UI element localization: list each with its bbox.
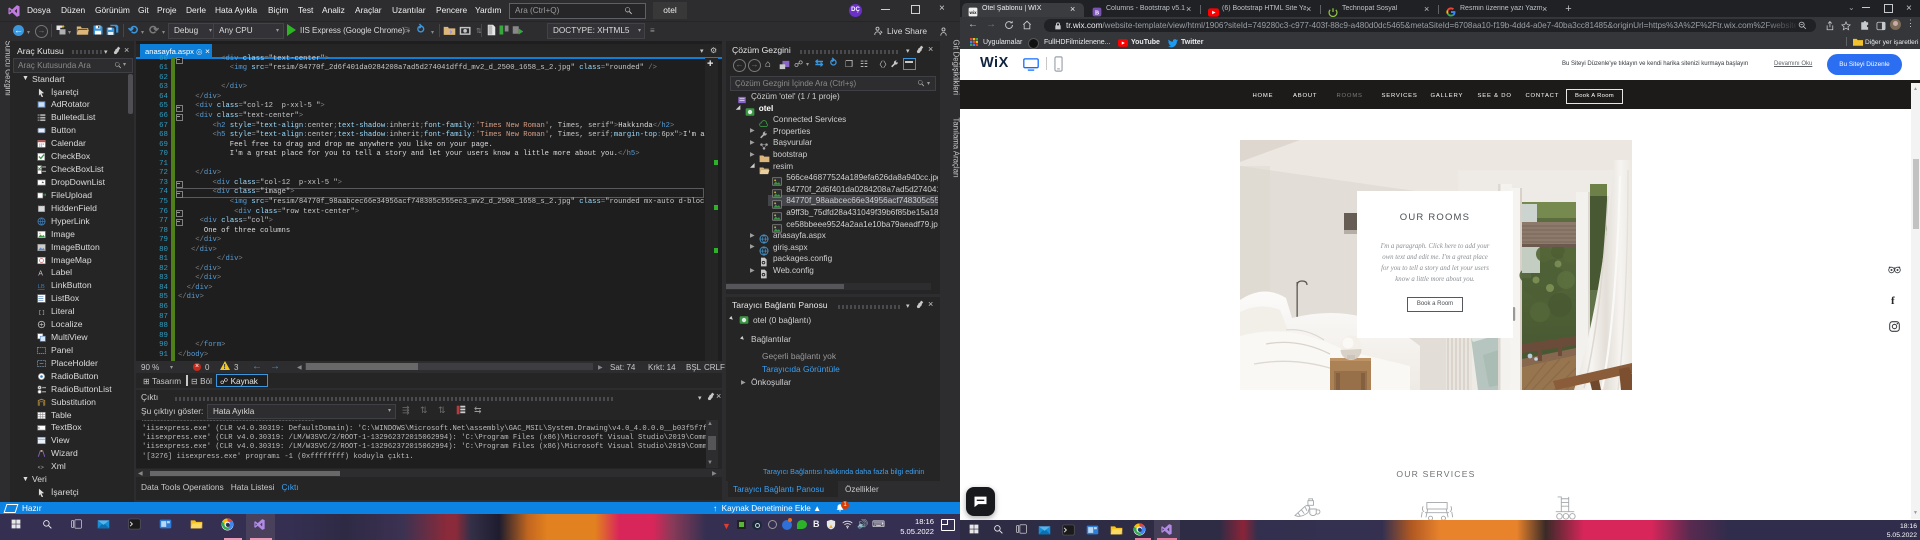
svg-text:A: A	[38, 271, 43, 277]
svg-text:<>: <>	[38, 465, 44, 471]
svg-text:B: B	[1095, 10, 1099, 17]
svg-text:LB: LB	[38, 284, 45, 290]
svg-text:wix: wix	[968, 10, 977, 15]
svg-text:[]: []	[38, 309, 45, 316]
